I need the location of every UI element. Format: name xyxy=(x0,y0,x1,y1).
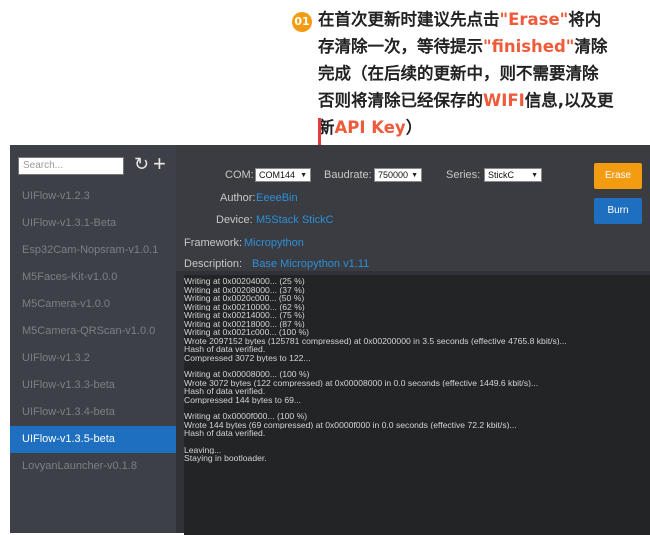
burner-window: Search... ↻ + UIFlow-v1.2.3 UIFlow-v1.3.1… xyxy=(10,145,650,535)
description-value: Base Micropython v1.11 xyxy=(252,258,370,270)
console-line: Staying in bootloader. xyxy=(184,454,267,463)
main-panel: COM: COM144 ▼ Baudrate: 750000 ▼ Series: S… xyxy=(176,145,650,535)
annotation-segment: 存清除一次，等待提示 xyxy=(318,37,483,56)
series-select[interactable]: StickC ▼ xyxy=(484,168,542,182)
description-label: Description: xyxy=(184,258,243,270)
console-line: Leaving... xyxy=(184,445,222,454)
console-line: Writing at 0x0021c000... (100 %) xyxy=(184,328,309,337)
console-output: Writing at 0x00204000... (25 %) Writing a… xyxy=(184,275,650,535)
console-line: Writing at 0x0000f000... (100 %) xyxy=(184,412,308,421)
console-line: Wrote 2097152 bytes (125781 compressed) … xyxy=(184,336,567,345)
console-line: Wrote 3072 bytes (122 compressed) at 0x0… xyxy=(184,378,539,387)
console-line: Compressed 3072 bytes to 122... xyxy=(184,353,311,362)
console-line: Writing at 0x00204000... (25 %) xyxy=(184,277,305,286)
add-icon[interactable]: + xyxy=(153,151,166,177)
annotation-segment: 清除 xyxy=(574,37,608,56)
burn-button[interactable]: Burn xyxy=(594,198,642,224)
firmware-list: UIFlow-v1.2.3 UIFlow-v1.3.1-Beta Esp32Cam-… xyxy=(10,183,176,480)
annotation-segment: 信息,以及更 xyxy=(524,91,614,110)
series-select-value: StickC xyxy=(488,170,515,180)
com-label: COM: xyxy=(225,169,254,181)
annotation-segment: 在首次更新时建议先点击 xyxy=(318,10,500,29)
refresh-icon[interactable]: ↻ xyxy=(134,154,149,175)
firmware-item[interactable]: UIFlow-v1.3.3-beta xyxy=(10,372,176,399)
firmware-item[interactable]: UIFlow-v1.3.4-beta xyxy=(10,399,176,426)
firmware-item[interactable]: UIFlow-v1.3.5-beta xyxy=(10,426,176,453)
config-panel: COM: COM144 ▼ Baudrate: 750000 ▼ Series: S… xyxy=(176,145,650,271)
annotation-line: 在首次更新时建议先点击"Erase"将内 xyxy=(318,6,650,33)
console-line: Writing at 0x00214000... (75 %) xyxy=(184,311,305,320)
device-value: M5Stack StickC xyxy=(256,214,334,226)
annotation-segment: 将内 xyxy=(568,10,602,29)
console-line: Wrote 144 bytes (69 compressed) at 0x000… xyxy=(184,420,517,429)
console-line: Hash of data verified. xyxy=(184,387,266,396)
author-label: Author: xyxy=(220,192,256,204)
series-label: Series: xyxy=(446,169,481,181)
console-line: Writing at 0x00008000... (100 %) xyxy=(184,370,310,379)
device-label: Device: xyxy=(216,214,253,226)
sidebar: Search... ↻ + UIFlow-v1.2.3 UIFlow-v1.3.1… xyxy=(10,145,176,533)
firmware-item[interactable]: UIFlow-v1.3.1-Beta xyxy=(10,210,176,237)
chevron-down-icon: ▼ xyxy=(411,172,418,179)
firmware-item[interactable]: M5Faces-Kit-v1.0.0 xyxy=(10,264,176,291)
framework-label: Framework: xyxy=(184,237,243,249)
annotation-highlight: "Erase" xyxy=(499,10,569,29)
baudrate-label: Baudrate: xyxy=(324,169,372,181)
firmware-item[interactable]: Esp32Cam-Nopsram-v1.0.1 xyxy=(10,237,176,264)
search-input[interactable]: Search... xyxy=(18,157,124,175)
com-select-value: COM144 xyxy=(259,170,296,180)
baudrate-select-value: 750000 xyxy=(378,170,409,180)
console-line: Hash of data verified. xyxy=(184,429,266,438)
framework-value: Micropython xyxy=(244,237,304,249)
console-line: Compressed 144 bytes to 69... xyxy=(184,395,302,404)
console-line: Writing at 0x00208000... (37 %) xyxy=(184,285,305,294)
annotation-highlight: API Key xyxy=(334,118,406,137)
firmware-item[interactable]: UIFlow-v1.3.2 xyxy=(10,345,176,372)
annotation-segment: ） xyxy=(405,118,423,137)
annotation-highlight: "finished" xyxy=(483,37,575,56)
console-line: Writing at 0x0020c000... (50 %) xyxy=(184,294,305,303)
annotation-segment: 完成（在后续的更新中，则不需要清除 xyxy=(318,64,599,83)
annotation-line: 否则将清除已经保存的WIFI信息,以及更 xyxy=(318,87,650,114)
console-line: Hash of data verified. xyxy=(184,345,266,354)
author-value: EeeeBin xyxy=(256,192,298,204)
console-line: Writing at 0x00218000... (87 %) xyxy=(184,319,305,328)
firmware-item[interactable]: LovyanLauncher-v0.1.8 xyxy=(10,453,176,480)
annotation-segment: 否则将清除已经保存的 xyxy=(318,91,483,110)
chevron-down-icon: ▼ xyxy=(531,172,538,179)
console-line: Writing at 0x00210000... (62 %) xyxy=(184,302,305,311)
annotation-highlight: WIFI xyxy=(483,91,525,110)
erase-button[interactable]: Erase xyxy=(594,163,642,189)
com-select[interactable]: COM144 ▼ xyxy=(255,168,311,182)
annotation-line: 完成（在后续的更新中，则不需要清除 xyxy=(318,60,650,87)
step-number-badge: 01 xyxy=(292,12,312,32)
chevron-down-icon: ▼ xyxy=(300,172,307,179)
firmware-item[interactable]: M5Camera-v1.0.0 xyxy=(10,291,176,318)
baudrate-select[interactable]: 750000 ▼ xyxy=(374,168,422,182)
annotation-text: 在首次更新时建议先点击"Erase"将内 存清除一次，等待提示"finished"… xyxy=(318,6,650,141)
firmware-item[interactable]: UIFlow-v1.2.3 xyxy=(10,183,176,210)
annotation-line: 新API Key） xyxy=(318,114,650,141)
firmware-item[interactable]: M5Camera-QRScan-v1.0.0 xyxy=(10,318,176,345)
annotation-line: 存清除一次，等待提示"finished"清除 xyxy=(318,33,650,60)
